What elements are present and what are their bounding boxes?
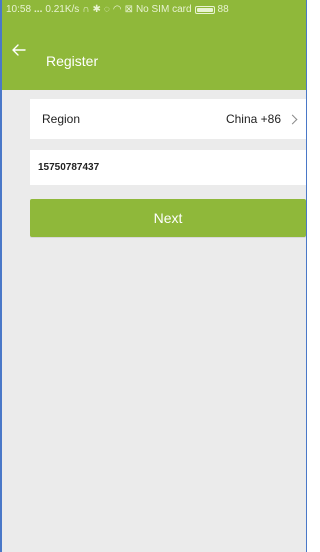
region-value-group: China +86 bbox=[225, 112, 298, 126]
app-screen: 10:58 ... 0.21K/s ∩ ✱ ◌ ◠ ⊠ No SIM card … bbox=[0, 0, 307, 552]
page-title: Register bbox=[46, 53, 99, 69]
phone-number-input[interactable] bbox=[30, 150, 306, 185]
alarm-icon: ◌ bbox=[103, 4, 110, 15]
bluetooth-icon: ✱ bbox=[92, 4, 101, 15]
toolbar: Register bbox=[2, 30, 306, 90]
region-label: Region bbox=[42, 112, 81, 126]
region-value: China +86 bbox=[225, 112, 281, 126]
status-time: 10:58 bbox=[6, 4, 32, 15]
region-selector[interactable]: Region China +86 bbox=[30, 99, 306, 139]
status-dots: ... bbox=[34, 4, 43, 15]
sim-x-icon: ⊠ bbox=[124, 4, 133, 15]
chevron-right-icon bbox=[287, 114, 298, 124]
wifi-icon: ◠ bbox=[112, 4, 122, 15]
battery-icon bbox=[194, 6, 215, 14]
status-bar: 10:58 ... 0.21K/s ∩ ✱ ◌ ◠ ⊠ No SIM card … bbox=[2, 0, 306, 30]
headphones-icon: ∩ bbox=[82, 4, 90, 15]
status-carrier: No SIM card bbox=[135, 4, 192, 15]
status-bar-content: 10:58 ... 0.21K/s ∩ ✱ ◌ ◠ ⊠ No SIM card … bbox=[6, 4, 229, 16]
next-button[interactable]: Next bbox=[30, 199, 306, 237]
status-battery-level: 88 bbox=[217, 4, 229, 15]
back-button[interactable] bbox=[10, 34, 38, 74]
register-form: Region China +86 Next bbox=[2, 90, 306, 552]
status-speed: 0.21K/s bbox=[45, 4, 80, 15]
arrow-left-icon bbox=[12, 44, 26, 56]
